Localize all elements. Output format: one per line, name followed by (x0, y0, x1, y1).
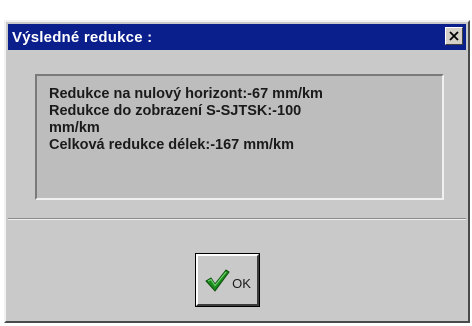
message-panel: Redukce na nulový horizont:-67 mm/km Red… (35, 74, 444, 200)
ok-button-label: OK (232, 275, 251, 291)
ok-button[interactable]: OK (195, 253, 260, 307)
close-icon (449, 31, 459, 41)
separator (8, 218, 466, 220)
dialog-title: Výsledné redukce : (12, 28, 153, 46)
close-button[interactable] (445, 27, 463, 45)
message-line-projection-reduction: Redukce do zobrazení S-SJTSK:-100 mm/km (49, 103, 302, 136)
green-checkmark-icon (205, 269, 230, 292)
title-bar[interactable]: Výsledné redukce : (8, 24, 466, 50)
message-line-total-reduction: Celková redukce délek:-167 mm/km (49, 137, 295, 153)
message-line-horizon-reduction: Redukce na nulový horizont:-67 mm/km (49, 86, 323, 102)
results-dialog: Výsledné redukce : Redukce na nulový hor… (4, 20, 470, 323)
